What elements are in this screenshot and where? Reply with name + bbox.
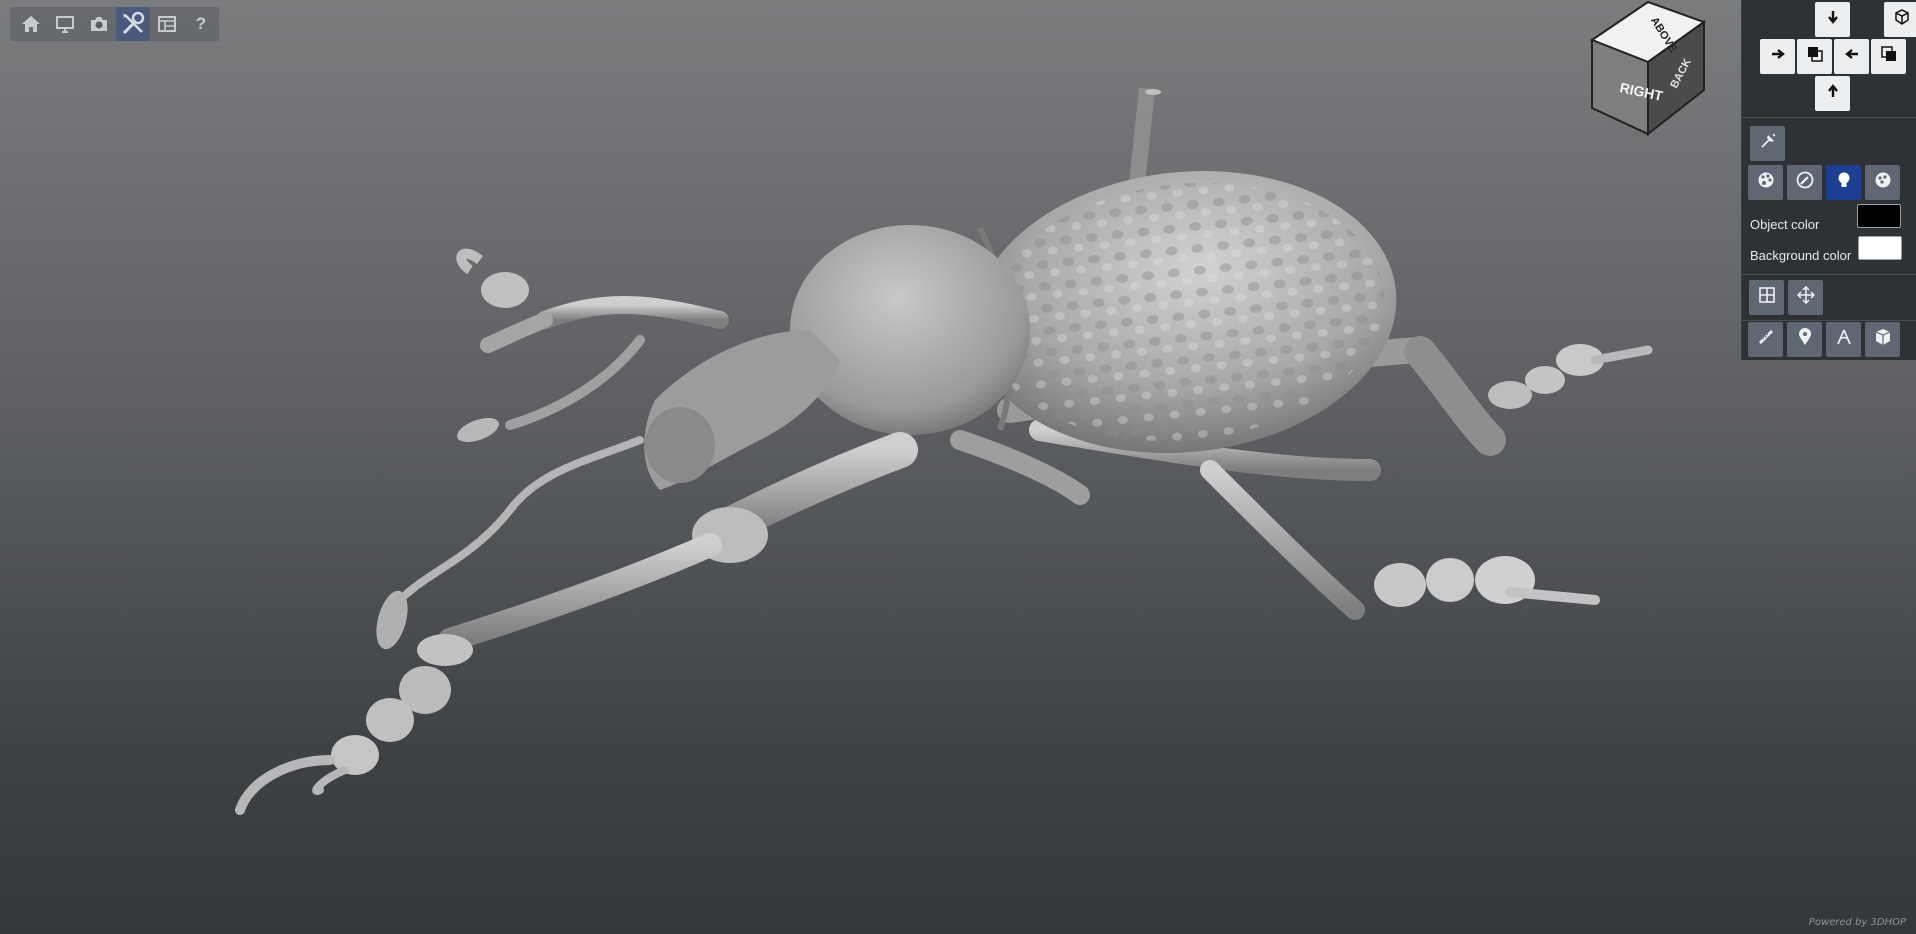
- texture-button[interactable]: [1748, 165, 1783, 200]
- arrow-left-icon: [1844, 47, 1859, 66]
- background-color-swatch[interactable]: [1858, 236, 1902, 260]
- light-pointer-icon: [1759, 132, 1777, 155]
- window-layout-icon: [157, 15, 177, 33]
- hotspots-button[interactable]: [1865, 165, 1900, 200]
- pick-point-button[interactable]: [1787, 322, 1822, 357]
- monitor-icon: [55, 15, 75, 33]
- view-top-button[interactable]: [1815, 2, 1850, 37]
- grid-icon: [1758, 287, 1775, 308]
- back-view-icon: [1880, 46, 1897, 67]
- object-color-label: Object color: [1750, 217, 1820, 232]
- lighting-button[interactable]: [1826, 165, 1861, 200]
- pan-button[interactable]: [1788, 280, 1823, 315]
- dots-circle-icon: [1874, 171, 1892, 194]
- help-icon: ?: [195, 14, 207, 33]
- powered-by-label: Powered by 3DHOP: [1808, 917, 1906, 928]
- cube-icon: [1894, 9, 1910, 30]
- measure-distance-button[interactable]: [1748, 322, 1783, 357]
- palette-icon: [1757, 171, 1775, 194]
- view-front-button[interactable]: [1797, 39, 1832, 74]
- view-cube[interactable]: RIGHT ABOVE BACK: [1586, 0, 1726, 140]
- measure-angle-button[interactable]: [1826, 322, 1861, 357]
- view-bottom-button[interactable]: [1815, 76, 1850, 111]
- box-icon: [1874, 328, 1892, 351]
- arrow-down-icon: [1826, 10, 1840, 29]
- lightbulb-icon: [1836, 171, 1852, 194]
- light-direction-button[interactable]: [1750, 126, 1785, 161]
- compass-icon: [1835, 328, 1853, 351]
- toolbar: ?: [10, 7, 219, 41]
- background-color-label: Background color: [1750, 248, 1852, 263]
- tools-button[interactable]: [116, 7, 150, 41]
- move-arrows-icon: [1796, 285, 1815, 309]
- tools-panel: Object color Background color: [1741, 0, 1916, 360]
- measure-volume-button[interactable]: [1865, 322, 1900, 357]
- panel-divider: [1742, 274, 1916, 275]
- home-icon: [21, 15, 41, 33]
- front-view-icon: [1807, 46, 1823, 67]
- object-color-swatch[interactable]: [1857, 204, 1901, 228]
- sections-button[interactable]: [1749, 280, 1784, 315]
- layout-button[interactable]: [150, 7, 184, 41]
- help-button[interactable]: ?: [184, 7, 218, 41]
- view-right-button[interactable]: [1834, 39, 1869, 74]
- 3d-viewer[interactable]: ? RIGHT ABOVE BACK Object color Backgrou…: [0, 0, 1916, 934]
- color-dropper-icon: [1796, 171, 1814, 194]
- ruler-icon: [1757, 328, 1775, 351]
- view-left-button[interactable]: [1760, 39, 1795, 74]
- view-back-button[interactable]: [1871, 39, 1906, 74]
- map-pin-icon: [1798, 328, 1812, 351]
- beetle-3d-model[interactable]: [0, 0, 1916, 934]
- screenshot-button[interactable]: [82, 7, 116, 41]
- arrow-up-icon: [1826, 84, 1840, 103]
- arrow-right-icon: [1771, 47, 1785, 66]
- camera-icon: [89, 15, 109, 33]
- presentation-button[interactable]: [48, 7, 82, 41]
- panel-divider: [1742, 117, 1916, 118]
- solid-color-button[interactable]: [1787, 165, 1822, 200]
- wrench-screwdriver-icon: [120, 11, 146, 37]
- panel-divider: [1742, 320, 1916, 321]
- view-iso-button[interactable]: [1884, 2, 1916, 37]
- home-button[interactable]: [14, 7, 48, 41]
